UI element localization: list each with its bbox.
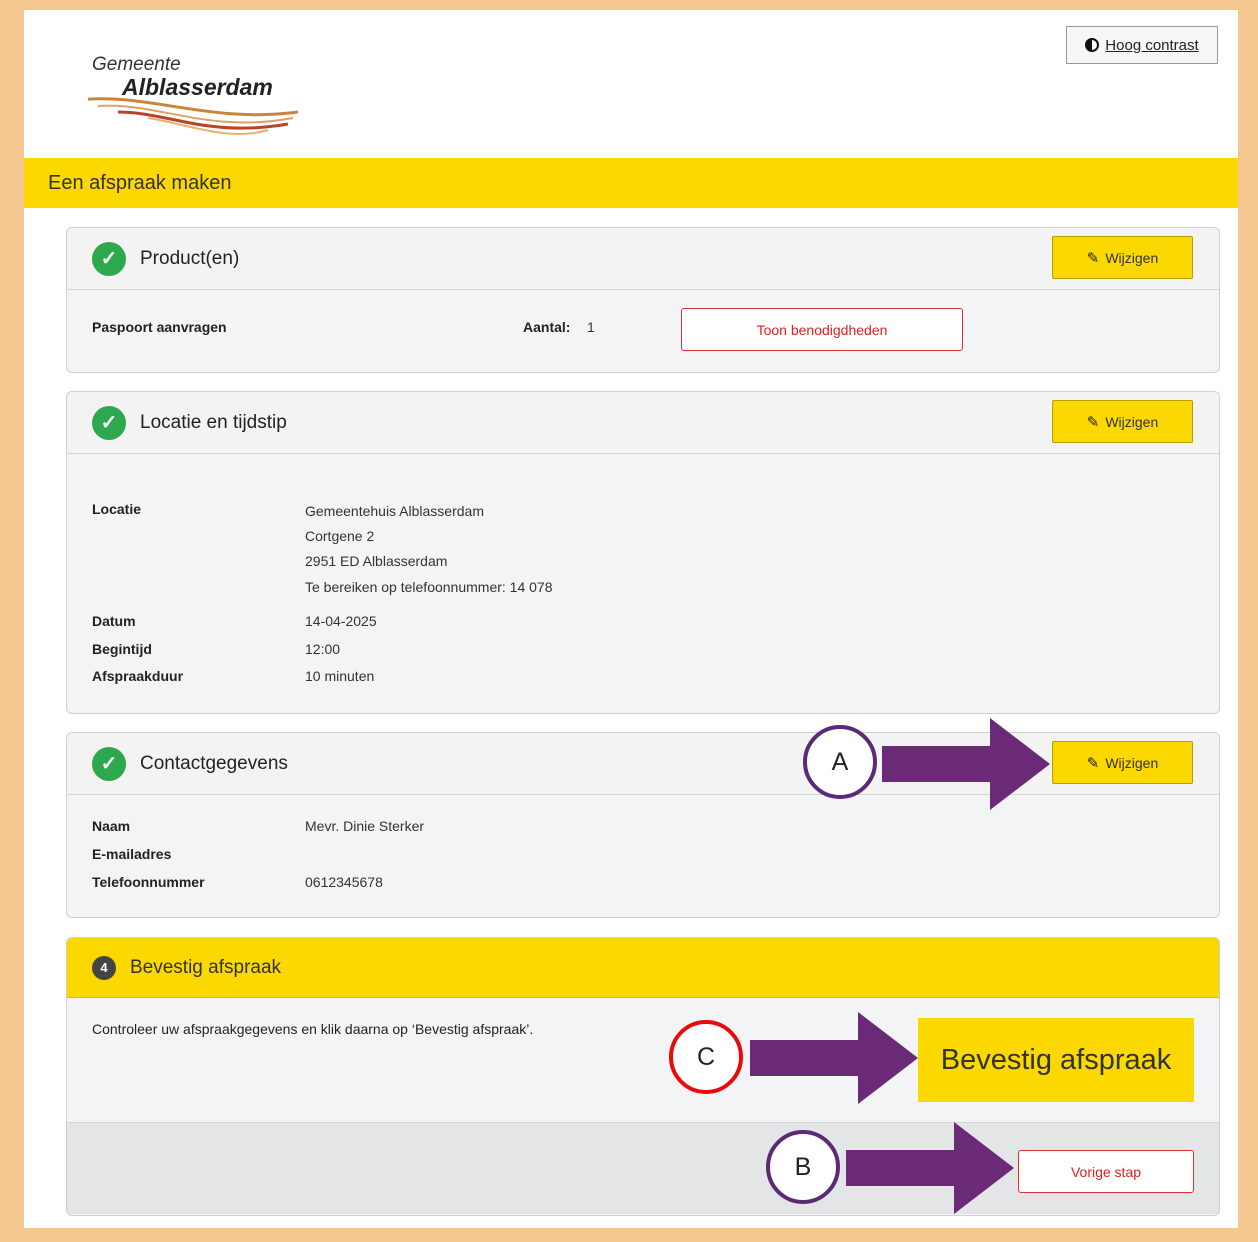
- naam-value: Mevr. Dinie Sterker: [305, 818, 425, 834]
- aantal-label: Aantal:: [523, 319, 571, 335]
- step-number-badge: 4: [92, 955, 116, 980]
- annotation-c-label: C: [696, 1042, 716, 1071]
- check-icon: ✓: [92, 241, 126, 276]
- annotation-b-label: B: [794, 1152, 812, 1181]
- municipality-logo[interactable]: Gemeente Alblasserdam: [88, 50, 328, 150]
- annotation-c-circle: C: [669, 1020, 743, 1094]
- previous-step-button[interactable]: Vorige stap: [1018, 1150, 1194, 1193]
- annotation-a-arrow-icon: [882, 718, 1050, 810]
- begintijd-label: Begintijd: [92, 641, 152, 657]
- page-title-bar: Een afspraak maken: [24, 158, 1238, 208]
- confirm-panel: 4 Bevestig afspraak Controleer uw afspra…: [66, 937, 1220, 1216]
- confirm-panel-header: 4 Bevestig afspraak: [67, 938, 1219, 998]
- check-icon: ✓: [92, 405, 126, 440]
- contact-title: Contactgegevens: [140, 752, 288, 774]
- confirm-title: Bevestig afspraak: [130, 956, 282, 978]
- telefoon-label: Telefoonnummer: [92, 874, 205, 890]
- confirm-panel-body: Controleer uw afspraakgegevens en klik d…: [67, 998, 1219, 1123]
- edit-products-label: Wijzigen: [1105, 249, 1159, 266]
- edit-location-label: Wijzigen: [1105, 413, 1159, 430]
- annotation-b-arrow-icon: [846, 1122, 1014, 1214]
- high-contrast-button[interactable]: Hoog contrast: [1066, 26, 1218, 64]
- edit-products-button[interactable]: ✎ Wijzigen: [1052, 236, 1193, 279]
- annotation-a-label: A: [831, 747, 849, 776]
- show-requirements-label: Toon benodigdheden: [756, 321, 888, 338]
- address-line: Gemeentehuis Alblasserdam: [305, 503, 484, 519]
- afspraakduur-label: Afspraakduur: [92, 668, 184, 684]
- products-panel-body: Paspoort aanvragen Aantal: 1 Toon benodi…: [67, 290, 1219, 372]
- address-line: Te bereiken op telefoonnummer: 14 078: [305, 579, 553, 595]
- telefoon-value: 0612345678: [305, 874, 383, 890]
- contrast-icon: [1085, 38, 1100, 52]
- datum-value: 14-04-2025: [305, 613, 377, 629]
- address-line: 2951 ED Alblasserdam: [305, 553, 448, 569]
- pencil-icon: ✎: [1086, 754, 1100, 772]
- annotation-a-circle: A: [803, 725, 877, 799]
- page-title: Een afspraak maken: [48, 171, 232, 194]
- aantal-value: 1: [587, 319, 595, 335]
- check-icon: ✓: [92, 746, 126, 781]
- high-contrast-label: Hoog contrast: [1105, 36, 1199, 54]
- products-title: Product(en): [140, 247, 240, 269]
- naam-label: Naam: [92, 818, 131, 834]
- logo-swoosh-icon: [88, 97, 299, 136]
- email-label: E-mailadres: [92, 846, 172, 862]
- begintijd-value: 12:00: [305, 641, 341, 657]
- pencil-icon: ✎: [1086, 413, 1100, 431]
- confirm-appointment-label: Bevestig afspraak: [940, 1043, 1172, 1076]
- products-panel-header: ✓ Product(en) ✎ Wijzigen: [67, 228, 1219, 290]
- show-requirements-button[interactable]: Toon benodigdheden: [681, 308, 963, 351]
- product-name: Paspoort aanvragen: [92, 319, 227, 335]
- products-panel: ✓ Product(en) ✎ Wijzigen Paspoort aanvra…: [66, 227, 1220, 373]
- edit-contact-button[interactable]: ✎ Wijzigen: [1052, 741, 1193, 784]
- confirm-appointment-button[interactable]: Bevestig afspraak: [918, 1018, 1194, 1102]
- edit-location-button[interactable]: ✎ Wijzigen: [1052, 400, 1193, 443]
- confirm-panel-footer: Vorige stap: [67, 1123, 1219, 1214]
- contact-panel-body: Naam Mevr. Dinie Sterker E-mailadres Tel…: [67, 795, 1219, 917]
- pencil-icon: ✎: [1086, 249, 1100, 267]
- annotation-b-circle: B: [766, 1130, 840, 1204]
- location-title: Locatie en tijdstip: [140, 411, 287, 433]
- locatie-label: Locatie: [92, 501, 142, 517]
- confirm-instruction: Controleer uw afspraakgegevens en klik d…: [92, 1021, 534, 1037]
- annotation-c-arrow-icon: [750, 1012, 918, 1104]
- previous-step-label: Vorige stap: [1070, 1163, 1142, 1180]
- edit-contact-label: Wijzigen: [1105, 754, 1159, 771]
- datum-label: Datum: [92, 613, 136, 629]
- logo-text-line1: Gemeente: [92, 54, 181, 75]
- location-panel-header: ✓ Locatie en tijdstip ✎ Wijzigen: [67, 392, 1219, 454]
- location-panel: ✓ Locatie en tijdstip ✎ Wijzigen Locatie…: [66, 391, 1220, 714]
- page-frame: Gemeente Alblasserdam Hoog contrast Een …: [24, 10, 1238, 1228]
- afspraakduur-value: 10 minuten: [305, 668, 375, 684]
- location-panel-body: Locatie Gemeentehuis Alblasserdam Cortge…: [67, 454, 1219, 713]
- address-line: Cortgene 2: [305, 528, 375, 544]
